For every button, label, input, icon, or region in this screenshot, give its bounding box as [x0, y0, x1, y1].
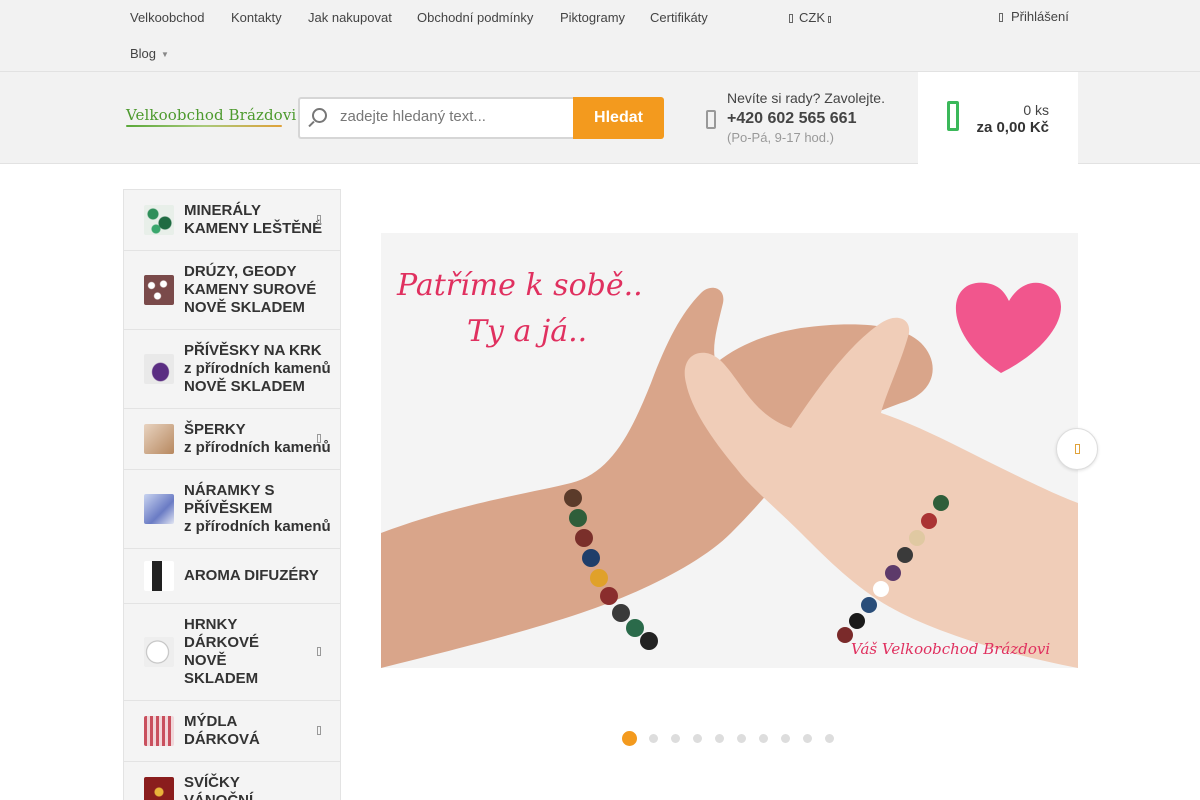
contact-phone[interactable]: +420 602 565 661 — [727, 110, 885, 128]
slider-dot[interactable] — [737, 734, 746, 743]
category-item-aroma-difuzery[interactable]: AROMA DIFUZÉRY — [124, 549, 340, 604]
cart-count: 0 ks — [1023, 102, 1049, 118]
search-button[interactable]: Hledat — [573, 97, 664, 139]
nav-link-kontakty[interactable]: Kontakty — [231, 10, 282, 25]
category-thumbnail — [144, 275, 174, 305]
cart-total: za 0,00 Kč — [976, 119, 1049, 136]
nav-link-blog[interactable]: Blog ▼ — [130, 46, 169, 61]
search-input[interactable] — [340, 108, 570, 125]
category-item-naramky[interactable]: NÁRAMKY S PŘÍVĚSKEM z přírodních kamenů — [124, 470, 340, 549]
category-label: ŠPERKY z přírodních kamenů — [184, 421, 331, 456]
category-label: PŘÍVĚSKY NA KRK z přírodních kamenů NOVĚ S… — [184, 342, 331, 395]
chevron-right-icon — [317, 726, 321, 735]
category-item-sperky[interactable]: ŠPERKY z přírodních kamenů — [124, 409, 340, 470]
slider-dot[interactable] — [781, 734, 790, 743]
slider-dot[interactable] — [671, 734, 680, 743]
user-icon — [999, 13, 1003, 22]
phone-icon — [706, 110, 716, 129]
category-thumbnail — [144, 354, 174, 384]
category-item-mineraly[interactable]: MINERÁLY KAMENY LEŠTĚNÉ — [124, 190, 340, 251]
category-thumbnail — [144, 777, 174, 800]
category-thumbnail — [144, 637, 174, 667]
login-link[interactable]: Přihlášení — [999, 9, 1069, 24]
search-box — [298, 97, 574, 139]
login-label: Přihlášení — [1011, 9, 1069, 24]
category-label: HRNKY DÁRKOVÉ NOVĚ SKLADEM — [184, 616, 260, 687]
chevron-right-icon — [317, 215, 321, 224]
search-icon — [312, 108, 327, 123]
site-logo[interactable]: Velkoobchod Brázdovi — [126, 106, 297, 127]
chevron-right-icon — [317, 647, 321, 656]
slider-dot[interactable] — [649, 734, 658, 743]
chevron-right-icon — [1075, 444, 1080, 454]
slider-dot[interactable] — [803, 734, 812, 743]
hero-signature: Váš Velkoobchod Brázdovi — [851, 640, 1050, 658]
currency-selector[interactable]: CZK — [789, 10, 831, 25]
slider-pagination — [622, 731, 842, 746]
contact-hours: (Po-Pá, 9-17 hod.) — [727, 130, 834, 145]
chevron-down-icon — [828, 16, 831, 23]
category-label: AROMA DIFUZÉRY — [184, 567, 319, 584]
category-thumbnail — [144, 494, 174, 524]
currency-label: CZK — [799, 10, 825, 25]
hero-banner[interactable]: Patříme k sobě.. Ty a já.. Váš Velkoobch… — [381, 233, 1078, 668]
nav-link-certifikaty[interactable]: Certifikáty — [650, 10, 708, 25]
category-item-hrnky[interactable]: HRNKY DÁRKOVÉ NOVĚ SKLADEM — [124, 604, 340, 701]
cart-icon — [947, 101, 959, 131]
logo-text: Velkoobchod Brázdovi — [126, 106, 297, 124]
hero-image: Patříme k sobě.. Ty a já.. Váš Velkoobch… — [381, 233, 1078, 668]
hero-headline-1: Patříme k sobě.. — [396, 268, 643, 303]
nav-link-piktogramy[interactable]: Piktogramy — [560, 10, 625, 25]
category-thumbnail — [144, 424, 174, 454]
chevron-right-icon — [317, 434, 321, 443]
category-thumbnail — [144, 205, 174, 235]
category-label: NÁRAMKY S PŘÍVĚSKEM z přírodních kamenů — [184, 482, 331, 535]
top-bar: Velkoobchod Kontakty Jak nakupovat Obcho… — [0, 0, 1200, 72]
category-item-druzy[interactable]: DRÚZY, GEODY KAMENY SUROVÉ NOVĚ SKLADEM — [124, 251, 340, 330]
nav-link-blog-label: Blog — [130, 46, 157, 61]
slider-dot[interactable] — [693, 734, 702, 743]
slider-dot[interactable] — [759, 734, 768, 743]
category-item-mydla[interactable]: MÝDLA DÁRKOVÁ — [124, 701, 340, 762]
category-label: MÝDLA DÁRKOVÁ — [184, 713, 260, 748]
category-item-svicky[interactable]: SVÍČKYVÁNOČNÍ — [124, 762, 340, 800]
nav-link-jak-nakupovat[interactable]: Jak nakupovat — [308, 10, 392, 25]
logo-underline — [126, 125, 282, 127]
category-item-privesky[interactable]: PŘÍVĚSKY NA KRK z přírodních kamenů NOVĚ S… — [124, 330, 340, 409]
hero-headline-2: Ty a já.. — [467, 314, 587, 349]
chevron-down-icon: ▼ — [161, 50, 169, 59]
nav-link-obchodni-podminky[interactable]: Obchodní podmínky — [417, 10, 533, 25]
slider-dot[interactable] — [715, 734, 724, 743]
category-label: MINERÁLY KAMENY LEŠTĚNÉ — [184, 202, 323, 237]
contact-info: Nevíte si rady? Zavolejte. +420 602 565 … — [727, 90, 885, 145]
category-label: DRÚZY, GEODY KAMENY SUROVÉ NOVĚ SKLADEM — [184, 263, 317, 316]
nav-link-velkoobchod[interactable]: Velkoobchod — [130, 10, 204, 25]
category-sidebar: MINERÁLY KAMENY LEŠTĚNÉ DRÚZY, GEODY KAMEN… — [123, 189, 341, 800]
category-label: SVÍČKYVÁNOČNÍ — [184, 774, 253, 800]
coins-icon — [789, 14, 793, 23]
slider-dot[interactable] — [825, 734, 834, 743]
category-thumbnail — [144, 716, 174, 746]
slider-dot[interactable] — [622, 731, 637, 746]
cart-widget[interactable]: 0 ks za 0,00 Kč — [918, 72, 1078, 164]
category-thumbnail — [144, 561, 174, 591]
contact-question: Nevíte si rady? Zavolejte. — [727, 90, 885, 106]
slider-next-button[interactable] — [1056, 428, 1098, 470]
